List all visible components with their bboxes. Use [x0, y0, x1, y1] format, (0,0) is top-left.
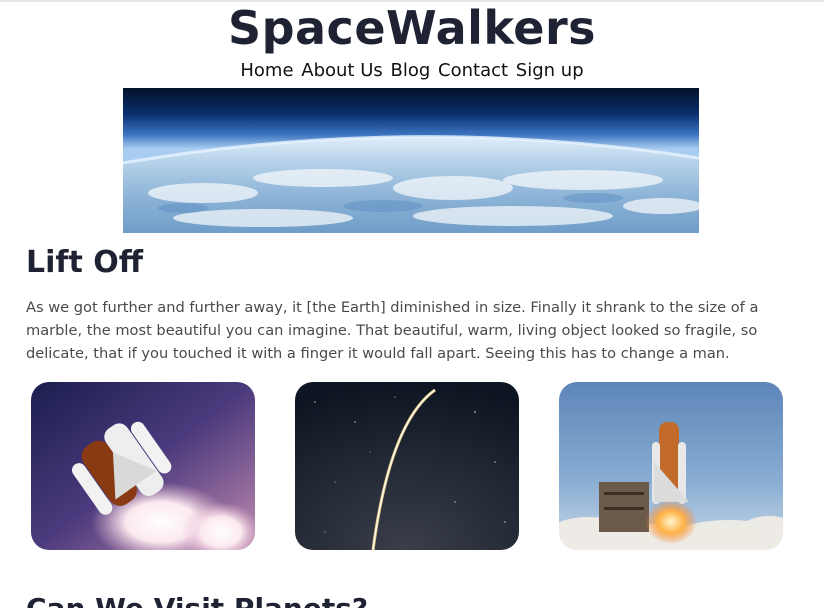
- section-heading-lift-off: Lift Off: [26, 245, 144, 280]
- lift-off-paragraph: As we got further and further away, it […: [26, 299, 759, 362]
- site-title: SpaceWalkers: [227, 1, 597, 55]
- nav-home-link[interactable]: Home: [240, 60, 293, 81]
- nav-blog-link[interactable]: Blog: [391, 60, 431, 81]
- section-heading-visit-planets: Can We Visit Planets?: [26, 592, 368, 608]
- gallery-image-shuttle-launch-pad: [559, 382, 783, 550]
- nav-contact-link[interactable]: Contact: [438, 60, 508, 81]
- nav-about-link[interactable]: About Us: [301, 60, 383, 81]
- nav-signup-link[interactable]: Sign up: [516, 60, 584, 81]
- gallery-image-shuttle-liftoff: [31, 382, 255, 550]
- main-nav: Home About Us Blog Contact Sign up: [0, 58, 824, 84]
- hero-earth-image: [123, 88, 699, 233]
- gallery-image-rocket-trail: [295, 382, 519, 550]
